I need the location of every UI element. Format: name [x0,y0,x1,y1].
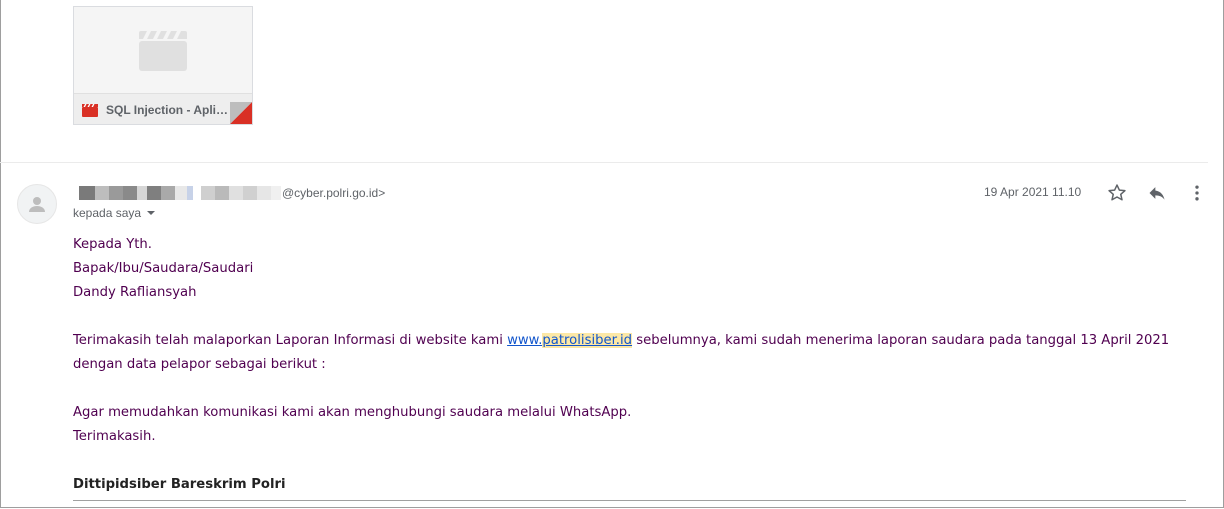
greeting-line-3: Dandy Rafliansyah [73,285,197,300]
attachment-card[interactable]: SQL Injection - Apli… [73,6,253,125]
star-icon [1108,184,1126,201]
page-curl-icon [230,102,252,124]
sender-line[interactable]: @cyber.polri.go.id> [73,184,385,202]
video-clapper-icon [139,31,187,71]
sender-avatar[interactable] [17,184,57,224]
star-button[interactable] [1106,182,1128,204]
person-icon [29,197,45,212]
link-prefix: www. [507,333,543,348]
recipient-label: kepada saya [73,206,142,220]
attachment-preview[interactable] [74,7,252,93]
sender-email-domain: @cyber.polri.go.id> [282,186,386,200]
recipient-toggle[interactable]: kepada saya [73,206,156,220]
paragraph-1: Terimakasih telah malaporkan Laporan Inf… [73,329,1203,377]
more-vert-icon [1195,185,1199,201]
more-options-button[interactable] [1186,182,1208,204]
highlighted-link-text: patrolisiber.id [542,333,633,348]
attachment-filename: SQL Injection - Apli… [106,103,229,117]
redacted-sender-name [73,186,281,200]
chevron-down-icon [147,211,156,215]
signature-rule [73,500,1186,501]
message-divider [0,162,1208,163]
paragraph-1-text-start: Terimakasih telah malaporkan Laporan Inf… [73,333,508,348]
greeting-line-2: Bapak/Ibu/Saudara/Saudari [73,261,254,276]
message-date: 19 Apr 2021 11.10 [984,185,1082,199]
message-body: Kepada Yth. Bapak/Ibu/Saudara/Saudari Da… [73,233,1203,497]
video-file-icon [82,104,98,117]
reply-button[interactable] [1146,182,1168,204]
greeting-line-1: Kepada Yth. [73,237,152,252]
paragraph-2-line-2: Terimakasih. [73,429,156,444]
signature: Dittipidsiber Bareskrim Polri [73,477,286,492]
reply-icon [1149,187,1165,200]
paragraph-2-line-1: Agar memudahkan komunikasi kami akan men… [73,405,632,420]
website-link[interactable]: www.patrolisiber.id [507,333,633,348]
